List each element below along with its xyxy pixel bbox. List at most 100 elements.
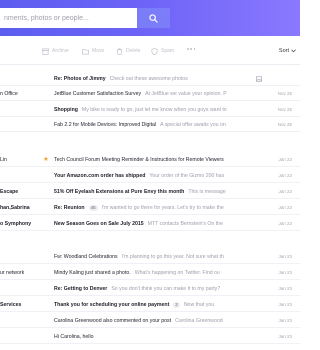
message-toolbar: Archive Move Delete Spam Sort bbox=[0, 44, 300, 58]
email-date: Jan 23 bbox=[278, 157, 292, 162]
email-content: Fab 2.2 for Mobile Devices: Improved Dig… bbox=[54, 122, 250, 128]
email-row[interactable]: n Office JetBlue Customer Satisfaction Su… bbox=[0, 87, 300, 101]
delete-label: Delete bbox=[126, 48, 141, 54]
email-subject: New Season Goes on Sale July 2015 bbox=[54, 221, 144, 227]
email-date: Nov 25 bbox=[277, 122, 292, 127]
email-date: Nov 25 bbox=[277, 107, 292, 112]
email-subject: Re: Getting to Denver bbox=[54, 286, 108, 292]
image-attachment-icon bbox=[256, 76, 262, 82]
email-row[interactable]: Re: Getting to Denver So you don't think … bbox=[0, 282, 300, 296]
shield-icon bbox=[151, 47, 158, 55]
email-content: Fw: Woodland Celebrations I'm planning to… bbox=[54, 254, 250, 260]
email-row[interactable]: ur network Mindy Kaling just shared a pho… bbox=[0, 266, 300, 280]
email-subject: Fab 2.2 for Mobile Devices: Improved Dig… bbox=[54, 122, 157, 128]
folder-icon bbox=[82, 48, 89, 54]
chevron-down-icon bbox=[291, 49, 296, 53]
email-subject: Hi Carolina, hello bbox=[54, 334, 94, 340]
thread-count-badge: 2 bbox=[173, 302, 180, 308]
email-sender: Lin bbox=[0, 157, 7, 163]
email-row[interactable]: Fab 2.2 for Mobile Devices: Improved Dig… bbox=[0, 118, 300, 132]
email-preview: Now that you bbox=[183, 302, 215, 308]
email-subject: Fw: Woodland Celebrations bbox=[54, 254, 118, 260]
email-content: Re: Reunion 45 I'm wanted to go there for … bbox=[54, 205, 250, 211]
email-sender: o Symphony bbox=[0, 221, 32, 227]
email-subject: Mindy Kaling just shared a photo. bbox=[54, 270, 131, 276]
email-date: Jan 23 bbox=[278, 254, 292, 259]
search-icon bbox=[149, 13, 158, 23]
email-subject: Tech Council Forum Meeting Reminder & In… bbox=[54, 157, 224, 163]
email-preview: Check out these awesome photos bbox=[109, 76, 188, 82]
email-date: Jan 23 bbox=[278, 286, 292, 291]
email-date: Jan 23 bbox=[278, 205, 292, 210]
sort-label: Sort bbox=[278, 48, 289, 54]
archive-button[interactable]: Archive bbox=[42, 46, 69, 56]
email-subject: Your Amazon.com order has shipped bbox=[54, 173, 146, 179]
email-preview: MTT contacts Bernstein's On the bbox=[147, 221, 223, 227]
email-preview: My bike is ready to go, just let me know… bbox=[81, 107, 227, 113]
email-preview: I'm planning to go this year. Not sure w… bbox=[121, 254, 224, 260]
email-row[interactable]: o Symphony New Season Goes on Sale July 2… bbox=[0, 217, 300, 231]
email-content: Your Amazon.com order has shipped Your or… bbox=[54, 173, 250, 179]
email-row[interactable]: Hi Carolina, hello Jan 23 bbox=[0, 330, 300, 344]
toolbar-divider bbox=[0, 64, 300, 65]
search-button[interactable] bbox=[137, 8, 170, 28]
email-sender: Escape bbox=[0, 189, 19, 195]
sort-dropdown[interactable]: Sort bbox=[279, 46, 296, 56]
email-row[interactable]: Escape 51% Off Eyelash Extensions at Pure… bbox=[0, 185, 300, 199]
email-date: Jan 23 bbox=[278, 173, 292, 178]
email-row[interactable]: Fw: Woodland Celebrations I'm planning to… bbox=[0, 250, 300, 264]
email-preview: So you don't think you can make it to my… bbox=[111, 286, 221, 292]
email-content: Carolina Greenwood also commented on you… bbox=[54, 318, 250, 324]
email-preview: Your order of the Gizmo 200 has bbox=[149, 173, 225, 179]
email-subject: Re: Reunion bbox=[54, 205, 85, 211]
email-preview: This is message bbox=[188, 189, 226, 195]
email-subject: 51% Off Eyelash Extensions at Pure Envy … bbox=[54, 189, 185, 195]
search-input[interactable] bbox=[4, 8, 134, 28]
email-sender: han,Sabrina bbox=[0, 205, 30, 211]
archive-icon bbox=[42, 48, 49, 55]
email-sender: n Office bbox=[0, 91, 18, 97]
trash-icon bbox=[116, 48, 123, 55]
top-bar bbox=[0, 0, 300, 36]
email-row[interactable]: Re: Photos of Jimmy Check out these aweso… bbox=[0, 72, 300, 86]
email-date: Jan 23 bbox=[278, 318, 292, 323]
email-row[interactable]: Shopping My bike is ready to go, just let… bbox=[0, 103, 300, 117]
email-preview: What's happening on Twitter. Find ou bbox=[134, 270, 220, 276]
email-subject: JetBlue Customer Satisfaction Survey bbox=[54, 91, 142, 97]
email-subject: Carolina Greenwood also commented on you… bbox=[54, 318, 172, 324]
email-content: Shopping My bike is ready to go, just let… bbox=[54, 107, 250, 113]
more-actions-icon[interactable] bbox=[187, 48, 196, 50]
star-icon[interactable]: ★ bbox=[43, 156, 49, 163]
search-box bbox=[0, 8, 170, 28]
email-preview: A special offer awaits you on bbox=[160, 122, 226, 128]
email-row[interactable]: Lin ★ Tech Council Forum Meeting Reminder … bbox=[0, 153, 300, 167]
move-button[interactable]: Move bbox=[82, 46, 104, 56]
email-content: JetBlue Customer Satisfaction Survey At J… bbox=[54, 91, 250, 97]
email-date: Nov 25 bbox=[277, 91, 292, 96]
spam-label: Spam bbox=[161, 48, 175, 54]
email-sender: ur network bbox=[0, 270, 25, 276]
email-subject: Shopping bbox=[54, 107, 78, 113]
email-content: Re: Getting to Denver So you don't think … bbox=[54, 286, 250, 292]
email-preview: I'm wanted to go there for years. Let's … bbox=[101, 205, 224, 211]
email-content: Tech Council Forum Meeting Reminder & In… bbox=[54, 157, 250, 163]
email-preview: Carolina Greenwood bbox=[175, 318, 223, 324]
email-content: 51% Off Eyelash Extensions at Pure Envy … bbox=[54, 189, 250, 195]
spam-button[interactable]: Spam bbox=[151, 46, 174, 56]
email-content: Re: Photos of Jimmy Check out these aweso… bbox=[54, 76, 250, 82]
email-row[interactable]: Carolina Greenwood also commented on you… bbox=[0, 314, 300, 328]
delete-button[interactable]: Delete bbox=[116, 46, 140, 56]
email-content: Hi Carolina, hello bbox=[54, 334, 250, 340]
email-content: New Season Goes on Sale July 2015 MTT con… bbox=[54, 221, 250, 227]
email-subject: Re: Photos of Jimmy bbox=[54, 76, 106, 82]
email-content: Mindy Kaling just shared a photo. What's … bbox=[54, 270, 250, 276]
email-date: Jan 23 bbox=[278, 189, 292, 194]
email-date: Jan 23 bbox=[278, 221, 292, 226]
email-date: Jan 23 bbox=[278, 302, 292, 307]
email-date: Jan 23 bbox=[278, 270, 292, 275]
email-date: Jan 23 bbox=[278, 334, 292, 339]
email-row[interactable]: han,Sabrina Re: Reunion 45 I'm wanted to go… bbox=[0, 201, 300, 215]
move-label: Move bbox=[92, 48, 105, 54]
email-row[interactable]: Your Amazon.com order has shipped Your or… bbox=[0, 169, 300, 183]
email-row[interactable]: Services Thank you for scheduling your on… bbox=[0, 298, 300, 312]
